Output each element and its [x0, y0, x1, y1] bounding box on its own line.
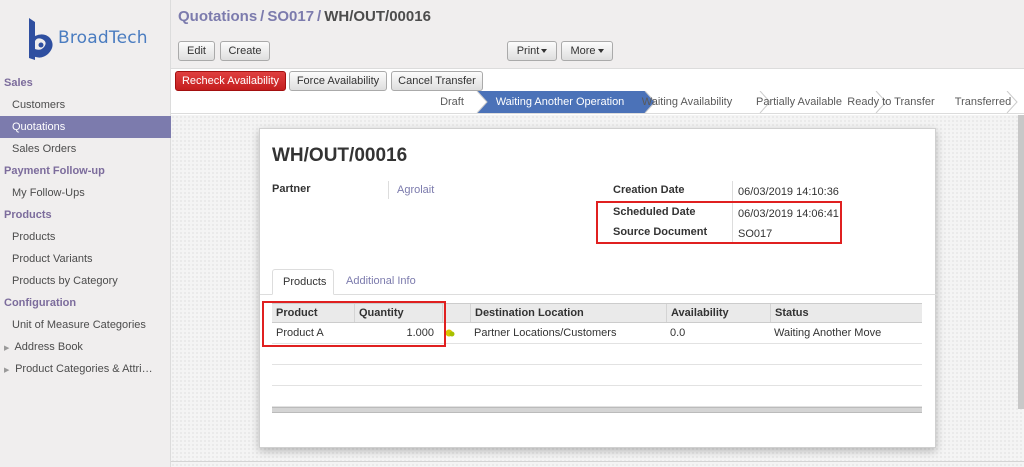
caret-down-icon: [597, 49, 604, 54]
sidebar-item-product-variants[interactable]: Product Variants: [0, 248, 171, 270]
creation-date-label: Creation Date: [613, 184, 685, 196]
menu-section-products: Products: [4, 209, 52, 221]
control-panel: Quotations / SO017/WH/OUT/00016 Edit Creat…: [171, 0, 1024, 69]
stage-waiting-availability[interactable]: Waiting Availability: [627, 91, 747, 113]
table-row-empty: [272, 386, 922, 407]
breadcrumb-separator: /: [260, 8, 265, 25]
cell-status: Waiting Another Move: [774, 327, 882, 339]
more-label: More: [570, 45, 596, 57]
breadcrumb-so017[interactable]: SO017: [267, 8, 314, 25]
recheck-availability-button[interactable]: Recheck Availability: [175, 71, 286, 91]
column-header-destination-location[interactable]: Destination Location: [470, 304, 666, 322]
cancel-transfer-button[interactable]: Cancel Transfer: [391, 71, 483, 91]
vertical-scrollbar[interactable]: [1018, 115, 1024, 409]
menu-section-sales: Sales: [4, 77, 33, 89]
edit-button[interactable]: Edit: [178, 41, 215, 61]
column-header-availability[interactable]: Availability: [666, 304, 770, 322]
partner-value[interactable]: Agrolait: [397, 184, 434, 196]
partner-label: Partner: [272, 183, 311, 195]
brand-logo[interactable]: BroadTech: [24, 14, 154, 62]
footer-divider: [171, 461, 1024, 462]
table-row-empty: [272, 344, 922, 365]
caret-down-icon: [541, 49, 548, 54]
cell-destination-location: Partner Locations/Customers: [474, 327, 617, 339]
table-row-empty: [272, 365, 922, 386]
force-availability-button[interactable]: Force Availability: [289, 71, 387, 91]
breadcrumb-current: WH/OUT/00016: [324, 8, 431, 25]
column-header-icon: [442, 304, 470, 322]
notebook-tabs: Products Additional Info: [260, 269, 937, 295]
tab-additional-info[interactable]: Additional Info: [336, 269, 426, 295]
sidebar-item-sales-orders[interactable]: Sales Orders: [0, 138, 171, 160]
sidebar-menu: Sales Customers Quotations Sales Orders …: [0, 72, 171, 380]
menu-section-configuration: Configuration: [4, 297, 77, 309]
tab-products[interactable]: Products: [272, 269, 334, 295]
breadcrumb-quotations[interactable]: Quotations: [178, 8, 257, 25]
creation-date-value: 06/03/2019 14:10:36: [738, 186, 839, 198]
field-divider: [388, 181, 389, 199]
stage-transferred[interactable]: Transferred: [953, 91, 1013, 113]
sidebar: BroadTech Sales Customers Quotations Sal…: [0, 0, 171, 467]
record-title: WH/OUT/00016: [272, 145, 408, 166]
form-sheet: WH/OUT/00016 Partner Agrolait Creation D…: [259, 128, 937, 448]
broadtech-logo-icon: [29, 18, 53, 60]
print-label: Print: [516, 45, 540, 57]
column-header-status[interactable]: Status: [770, 304, 922, 322]
expand-triangle-icon: ▶: [4, 345, 10, 352]
sidebar-item-product-categories-attributes[interactable]: ▶ Product Categories & Attri…: [0, 358, 171, 380]
sidebar-item-products-by-category[interactable]: Products by Category: [0, 270, 171, 292]
sidebar-item-quotations[interactable]: Quotations: [0, 116, 171, 138]
sidebar-item-my-follow-ups[interactable]: My Follow-Ups: [0, 182, 171, 204]
brand-name: BroadTech: [58, 28, 148, 48]
print-dropdown-button[interactable]: Print: [507, 41, 557, 61]
table-footer: [272, 407, 922, 413]
breadcrumb: Quotations / SO017/WH/OUT/00016: [178, 8, 431, 25]
highlight-box-dates: [596, 201, 842, 244]
stage-draft[interactable]: Draft: [427, 91, 477, 113]
more-dropdown-button[interactable]: More: [561, 41, 613, 61]
sidebar-item-address-book[interactable]: ▶ Address Book: [0, 336, 171, 358]
stage-ready-to-transfer[interactable]: Ready to Transfer: [841, 91, 941, 113]
sidebar-item-label: Address Book: [14, 341, 83, 353]
stage-waiting-another-operation[interactable]: Waiting Another Operation: [481, 91, 639, 113]
expand-triangle-icon: ▶: [4, 367, 10, 374]
sidebar-item-label: Product Categories & Attri…: [15, 363, 153, 375]
sidebar-item-unit-of-measure-categories[interactable]: Unit of Measure Categories: [0, 314, 171, 336]
highlight-box-product-quantity: [262, 301, 446, 347]
sidebar-item-products[interactable]: Products: [0, 226, 171, 248]
menu-section-payment-follow-up: Payment Follow-up: [4, 165, 105, 177]
breadcrumb-separator: /: [317, 8, 322, 25]
yellow-ball-icon: [445, 329, 455, 337]
sidebar-item-customers[interactable]: Customers: [0, 94, 171, 116]
cell-availability: 0.0: [670, 327, 686, 339]
status-bar: Recheck Availability Force Availability …: [171, 69, 1024, 114]
create-button[interactable]: Create: [220, 41, 270, 61]
